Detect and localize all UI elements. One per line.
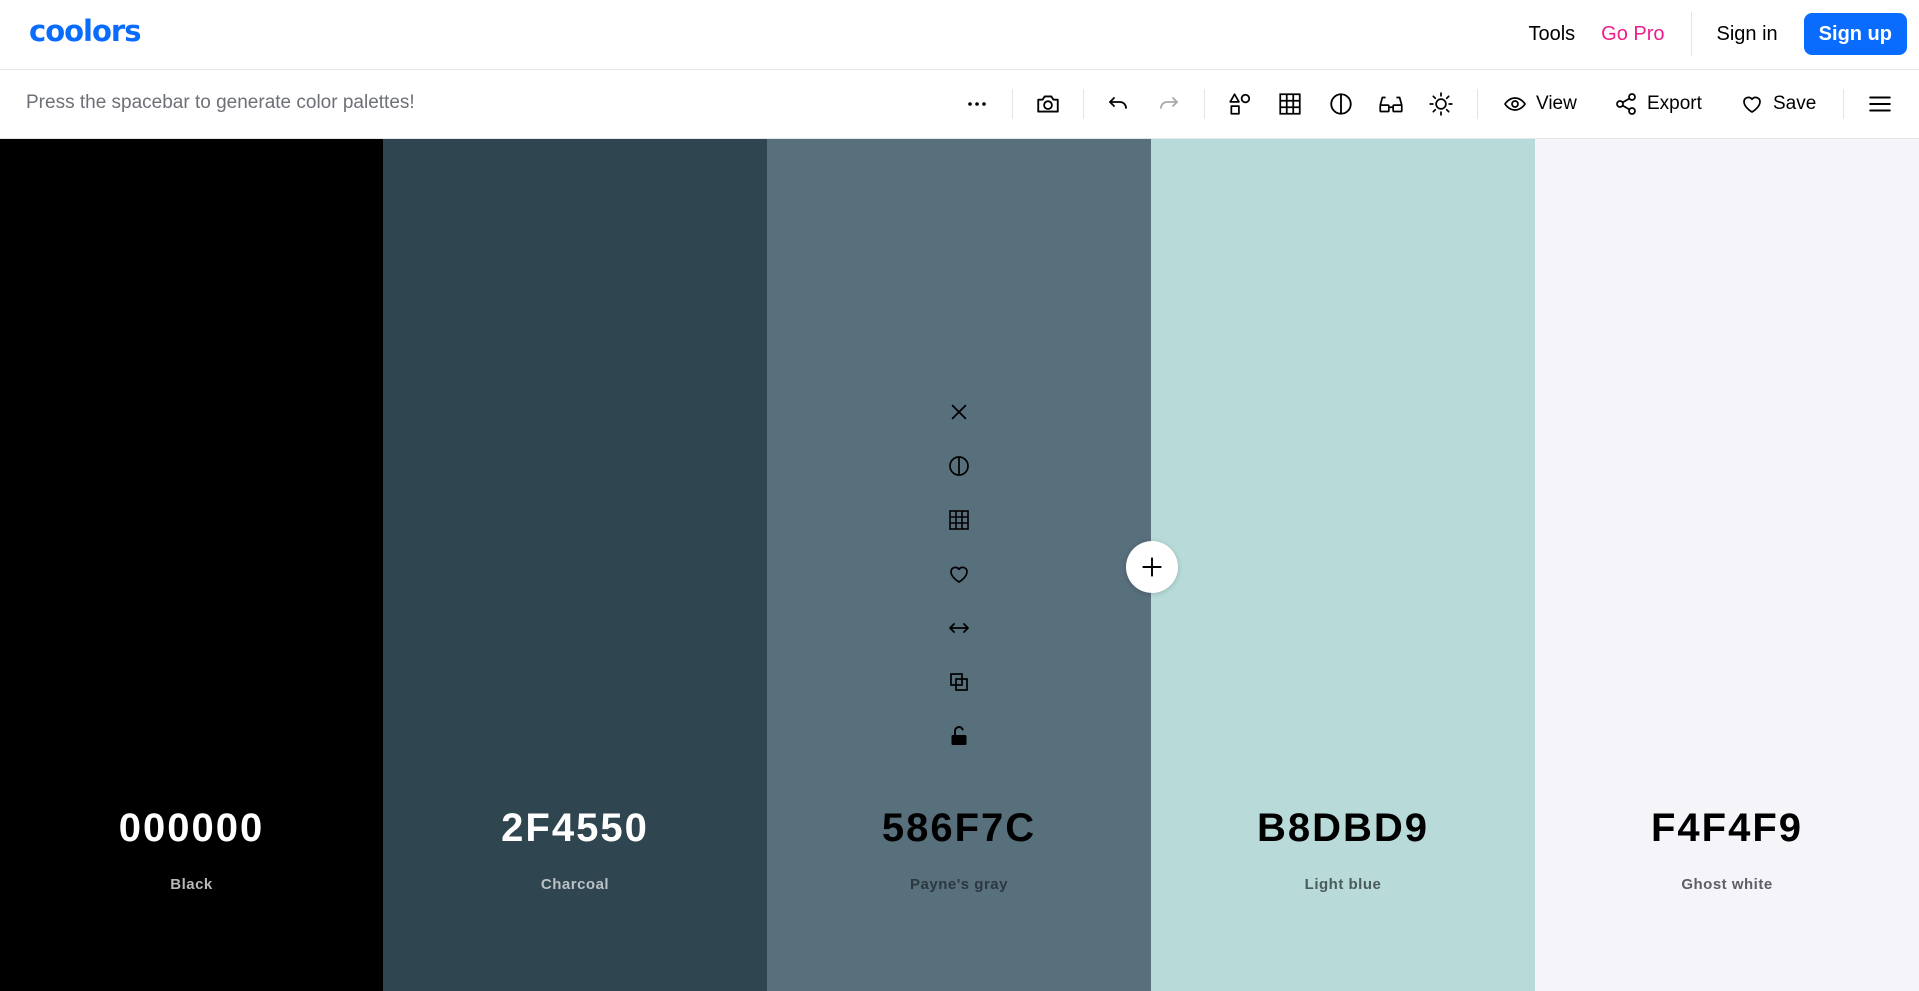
copy-icon[interactable]	[939, 662, 979, 702]
coolors-logo[interactable]: coolors	[29, 14, 169, 48]
export-button[interactable]: Export	[1614, 88, 1702, 120]
color-swatch[interactable]: 000000 Black	[0, 139, 383, 991]
toolbar-divider	[1204, 89, 1205, 119]
color-name[interactable]: Light blue	[1151, 876, 1535, 893]
drag-arrows-icon[interactable]	[939, 608, 979, 648]
undo-icon[interactable]	[1102, 88, 1134, 120]
contrast-icon[interactable]	[1325, 88, 1357, 120]
logo-wordmark: coolors	[29, 14, 141, 48]
view-button[interactable]: View	[1503, 88, 1577, 120]
hex-code[interactable]: F4F4F9	[1535, 806, 1919, 851]
toolbar-divider	[1477, 89, 1478, 119]
color-swatch[interactable]: B8DBD9 Light blue	[1151, 139, 1535, 991]
more-icon[interactable]	[961, 88, 993, 120]
shades-grid-icon[interactable]	[939, 500, 979, 540]
share-icon	[1616, 93, 1636, 115]
lock-open-icon[interactable]	[939, 716, 979, 756]
color-swatch[interactable]: 586F7C Payne's gray	[767, 139, 1151, 991]
top-navigation: coolors Tools Go Pro Sign in Sign up	[0, 0, 1919, 70]
color-name[interactable]: Ghost white	[1535, 876, 1919, 893]
contrast-icon[interactable]	[939, 446, 979, 486]
grid-icon[interactable]	[1274, 88, 1306, 120]
view-label: View	[1536, 93, 1577, 114]
export-label: Export	[1647, 93, 1702, 114]
color-swatch[interactable]: 2F4550 Charcoal	[383, 139, 767, 991]
favorite-heart-icon[interactable]	[939, 554, 979, 594]
hamburger-menu-icon[interactable]	[1864, 88, 1896, 120]
heart-icon	[1743, 96, 1761, 113]
glasses-icon[interactable]	[1375, 88, 1407, 120]
sign-in-link[interactable]: Sign in	[1717, 23, 1778, 46]
save-label: Save	[1773, 93, 1817, 114]
color-palette: 000000 Black 2F4550 Charcoal 586F7C Payn…	[0, 139, 1919, 991]
brightness-icon[interactable]	[1425, 88, 1457, 120]
hex-code[interactable]: 2F4550	[383, 806, 767, 851]
plus-icon	[1142, 557, 1162, 577]
hex-code[interactable]: 586F7C	[767, 806, 1151, 851]
color-name[interactable]: Payne's gray	[767, 876, 1151, 893]
toolbar-divider	[1843, 89, 1844, 119]
camera-icon[interactable]	[1032, 88, 1064, 120]
color-swatch[interactable]: F4F4F9 Ghost white	[1535, 139, 1919, 991]
save-button[interactable]: Save	[1740, 88, 1816, 120]
redo-icon[interactable]	[1153, 88, 1185, 120]
tools-link[interactable]: Tools	[1528, 23, 1575, 46]
toolbar-divider	[1083, 89, 1084, 119]
shapes-icon[interactable]	[1224, 88, 1256, 120]
color-name[interactable]: Charcoal	[383, 876, 767, 893]
remove-icon[interactable]	[939, 392, 979, 432]
add-color-button[interactable]	[1126, 541, 1178, 593]
eye-icon	[1504, 97, 1526, 111]
swatch-tools	[939, 392, 979, 770]
nav-actions: Tools Go Pro Sign in Sign up	[1528, 12, 1907, 56]
hex-code[interactable]: B8DBD9	[1151, 806, 1535, 851]
sign-up-button[interactable]: Sign up	[1803, 13, 1907, 55]
hex-code[interactable]: 000000	[0, 806, 383, 851]
color-name[interactable]: Black	[0, 876, 383, 893]
spacebar-hint: Press the spacebar to generate color pal…	[26, 92, 415, 113]
go-pro-link[interactable]: Go Pro	[1601, 23, 1664, 46]
toolbar-divider	[1012, 89, 1013, 119]
generator-toolbar: Press the spacebar to generate color pal…	[0, 70, 1919, 139]
nav-divider	[1690, 12, 1692, 56]
svg-text:coolors: coolors	[29, 14, 140, 48]
